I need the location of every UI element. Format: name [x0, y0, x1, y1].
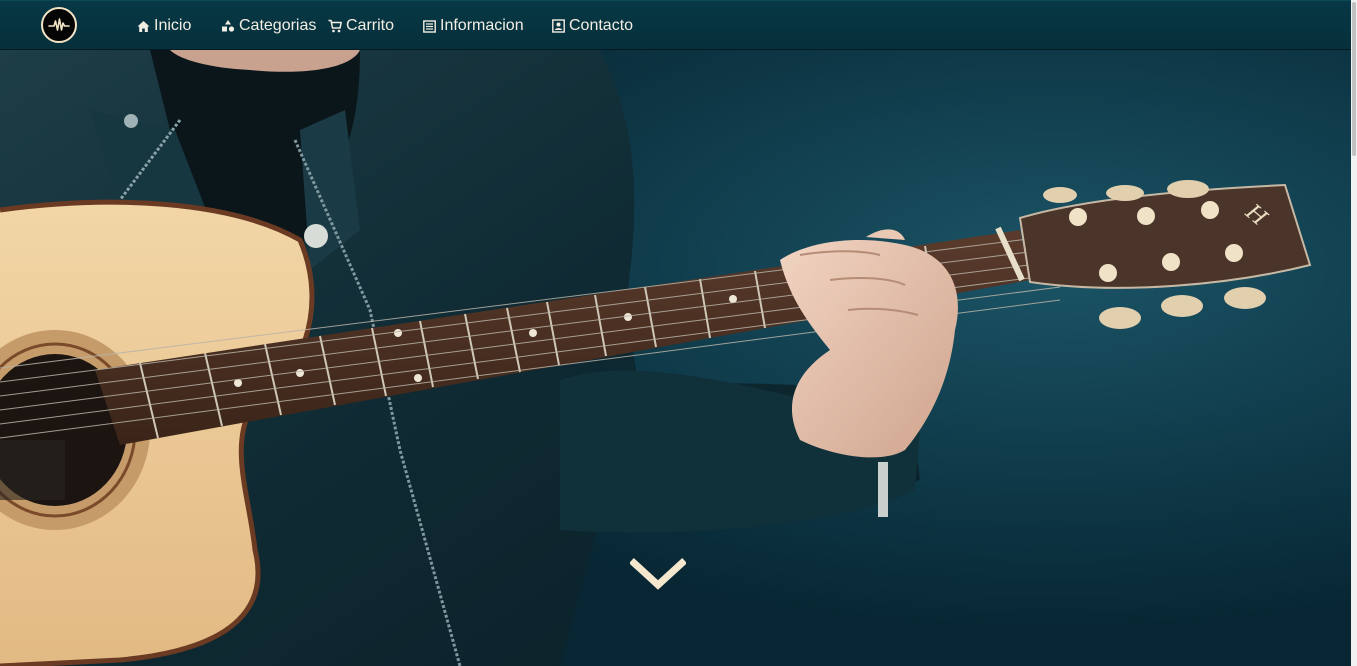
top-navbar: Inicio Categorias Carrito Informacion Co… [0, 0, 1357, 50]
nav-item-contacto[interactable]: Contacto [552, 1, 633, 51]
contact-card-icon [552, 19, 565, 33]
scrollbar-thumb[interactable] [1352, 2, 1356, 156]
nav-label-carrito: Carrito [346, 17, 395, 34]
chevron-down-icon[interactable] [629, 555, 687, 595]
nav-label-informacion: Informacion [440, 17, 524, 34]
soundwave-logo-icon[interactable] [41, 7, 77, 43]
nav-item-carrito[interactable]: Carrito [328, 1, 394, 51]
nav-label-categorias: Categorias [239, 17, 317, 34]
nav-item-categorias[interactable]: Categorias [221, 1, 316, 51]
vertical-scrollbar[interactable] [1351, 0, 1357, 666]
home-icon [137, 20, 150, 33]
shapes-icon [221, 19, 235, 33]
nav-item-inicio[interactable]: Inicio [137, 1, 191, 51]
page: Inicio Categorias Carrito Informacion Co… [0, 0, 1357, 666]
nav-item-informacion[interactable]: Informacion [423, 1, 524, 51]
hero-banner: H [0, 50, 1351, 666]
nav-label-inicio: Inicio [154, 17, 192, 34]
cart-icon [328, 19, 342, 33]
nav-label-contacto: Contacto [569, 17, 634, 34]
document-icon [423, 19, 436, 33]
